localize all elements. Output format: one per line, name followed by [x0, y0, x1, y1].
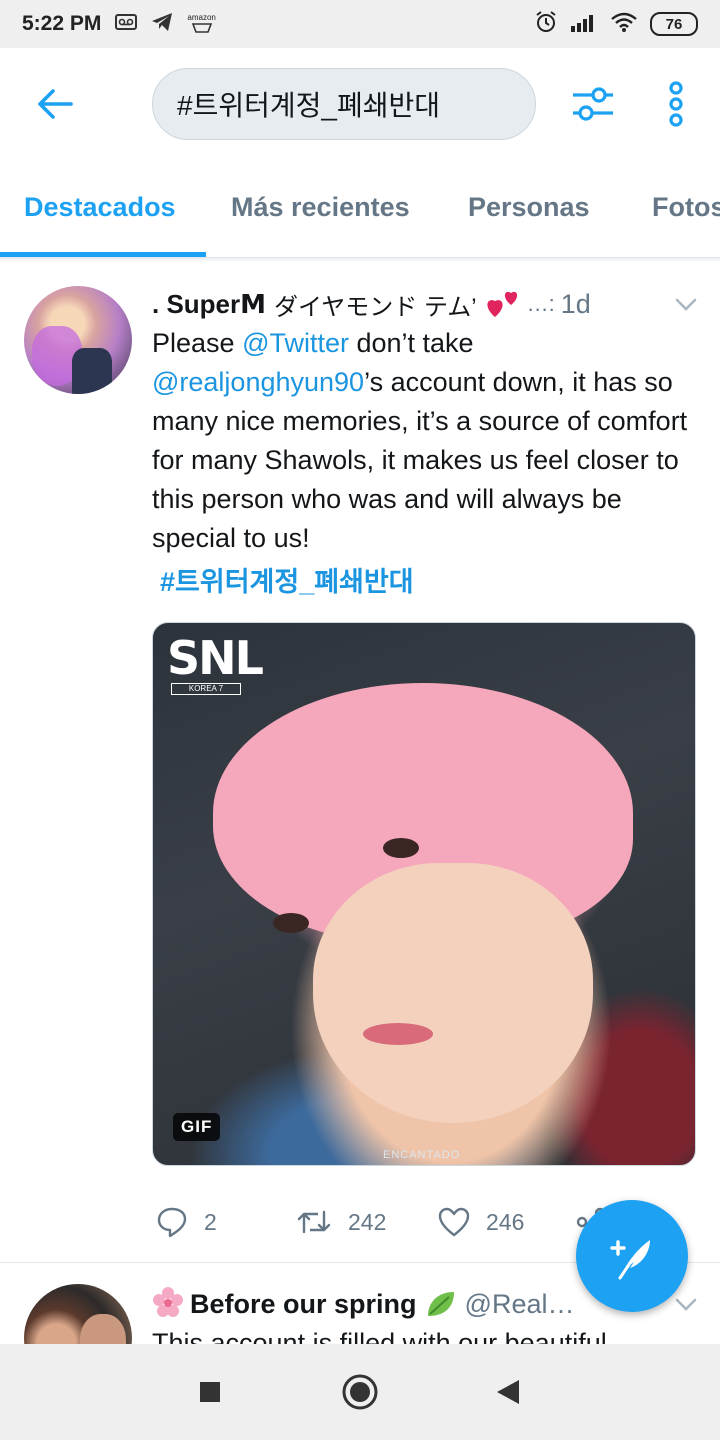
filter-sliders-icon[interactable]: [565, 78, 621, 130]
heart-icon: [438, 1207, 470, 1237]
two-hearts-icon: [485, 289, 521, 319]
home-circle-icon[interactable]: [340, 1372, 380, 1412]
reply-count: 2: [204, 1208, 217, 1235]
more-vertical-icon[interactable]: [656, 78, 696, 130]
tab-destacados[interactable]: Destacados: [24, 192, 176, 223]
tweet-gif-media[interactable]: SNL KOREA 7 ENCANTADO GIF: [152, 622, 696, 1166]
chevron-down-icon[interactable]: [672, 1290, 700, 1318]
amazon-icon: amazon: [187, 13, 216, 34]
tweet-text-part: don’t take: [348, 328, 474, 358]
chevron-down-icon[interactable]: [672, 290, 700, 318]
like-button[interactable]: 246: [438, 1200, 524, 1244]
tab-mas-recientes[interactable]: Más recientes: [231, 192, 410, 223]
signal-icon: [570, 12, 598, 37]
tweet-author-name-jp[interactable]: ダイヤモンド テム’: [274, 287, 477, 322]
back-triangle-icon[interactable]: [488, 1372, 528, 1412]
system-nav-bar: [0, 1344, 720, 1440]
tweet-text: This account is filled with our beautifu…: [152, 1328, 607, 1346]
telegram-icon: [151, 12, 173, 37]
tweet-handle[interactable]: …:: [527, 291, 555, 317]
hashtag-link[interactable]: #트위터계정_폐쇄반대: [160, 560, 414, 599]
voicemail-icon: [115, 13, 138, 35]
back-arrow-icon[interactable]: [30, 80, 80, 128]
compose-feather-icon: [610, 1240, 650, 1280]
retweet-count: 242: [348, 1208, 387, 1235]
search-header: #트위터계정_폐쇄반대: [0, 48, 720, 158]
media-watermark: ENCANTADO: [383, 1149, 461, 1161]
avatar[interactable]: [24, 286, 132, 394]
tweet-author-name[interactable]: Before our spring: [190, 1289, 417, 1320]
snl-logo: SNL: [167, 631, 264, 685]
snl-sub-label: KOREA 7: [171, 683, 241, 695]
tab-personas[interactable]: Personas: [468, 192, 590, 223]
mention-realjonghyun90-link[interactable]: @realjonghyun90: [152, 367, 364, 397]
tweet-handle[interactable]: @Real…: [465, 1289, 575, 1320]
tabs-shadow: [0, 258, 720, 262]
alarm-icon: [534, 10, 558, 39]
active-tab-indicator: [0, 252, 206, 257]
search-tabs: Destacados Más recientes Personas Fotos: [0, 158, 720, 258]
tab-fotos[interactable]: Fotos: [652, 192, 720, 223]
cherry-blossom-icon: [152, 1286, 184, 1323]
media-face: [313, 863, 593, 1123]
mention-twitter-link[interactable]: @Twitter: [242, 328, 349, 358]
wifi-icon: [610, 11, 638, 38]
tweet-time: 1d: [560, 288, 591, 319]
tweet-author-name[interactable]: . SuperⅯ: [152, 289, 266, 320]
status-time: 5:22 PM: [22, 12, 102, 35]
search-input[interactable]: #트위터계정_폐쇄반대: [152, 68, 536, 140]
status-bar: 5:22 PM amazon 76: [0, 0, 720, 48]
gif-badge: GIF: [173, 1113, 221, 1141]
compose-tweet-button[interactable]: [576, 1200, 688, 1312]
tweet-header: . SuperⅯ ダイヤモンド テム’ …: 1d: [152, 284, 692, 324]
reply-button[interactable]: 2: [156, 1200, 217, 1244]
recents-square-icon[interactable]: [190, 1372, 230, 1412]
retweet-button[interactable]: 242: [296, 1200, 386, 1244]
tweet-text-part: Please: [152, 328, 243, 358]
leaf-icon: [425, 1289, 457, 1319]
retweet-icon: [297, 1210, 331, 1234]
amazon-label: amazon: [187, 13, 216, 22]
reply-icon: [157, 1207, 187, 1238]
tweet-text: Please @Twitter don’t take @realjonghyun…: [152, 324, 700, 558]
battery-icon: 76: [650, 12, 698, 36]
like-count: 246: [486, 1208, 525, 1235]
